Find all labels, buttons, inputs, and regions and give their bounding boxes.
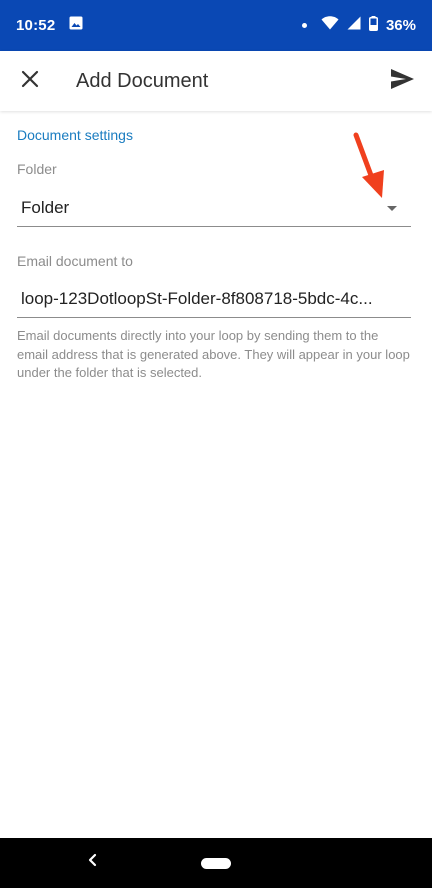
email-value: loop-123DotloopSt-Folder-8f808718-5bdc-4… (21, 288, 373, 308)
send-button[interactable] (372, 51, 432, 111)
email-label: Email document to (17, 253, 133, 269)
navigation-bar (0, 838, 432, 888)
dropdown-arrow-icon (387, 206, 397, 211)
folder-label: Folder (17, 161, 57, 177)
status-right: 36% (301, 15, 416, 36)
email-field[interactable]: loop-123DotloopSt-Folder-8f808718-5bdc-4… (17, 280, 411, 318)
home-pill-icon[interactable] (201, 857, 231, 869)
close-icon (21, 70, 39, 93)
status-left: 10:52 (16, 16, 83, 35)
send-icon (390, 68, 414, 94)
battery-percentage: 36% (385, 17, 416, 34)
status-bar: 10:52 36% (0, 0, 432, 51)
wifi-icon (321, 16, 339, 35)
image-icon (69, 16, 83, 35)
notification-dot-icon (301, 23, 307, 28)
page-title: Add Document (76, 69, 209, 92)
close-button[interactable] (0, 51, 60, 111)
annotation-arrow-icon (353, 132, 384, 198)
folder-value: Folder (21, 197, 70, 217)
help-text: Email documents directly into your loop … (17, 328, 410, 380)
battery-icon (368, 15, 378, 36)
app-bar: Add Document (0, 51, 432, 111)
section-title: Document settings (17, 127, 133, 143)
back-chevron-icon[interactable] (86, 852, 98, 873)
signal-icon (347, 16, 361, 35)
status-time: 10:52 (16, 17, 56, 34)
